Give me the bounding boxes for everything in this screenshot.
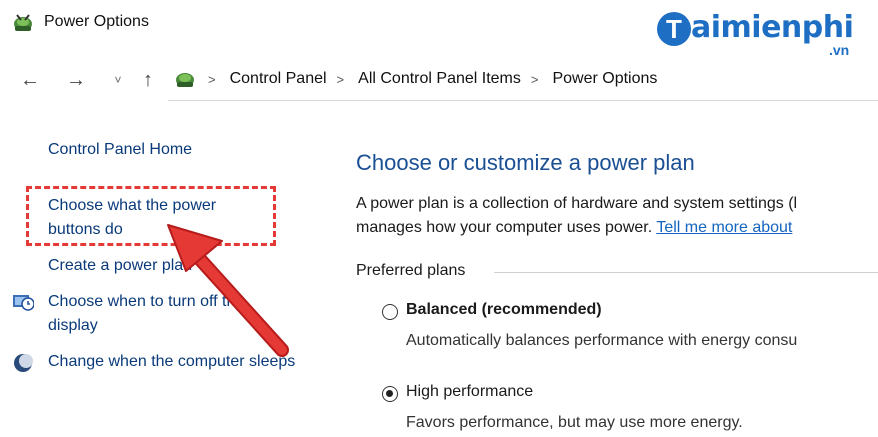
breadcrumb-chevron-icon: > (336, 71, 345, 87)
display-clock-icon (13, 295, 34, 311)
forward-button[interactable]: → (64, 66, 88, 94)
up-button[interactable]: ↑ (136, 66, 160, 94)
description-line-1: A power plan is a collection of hardware… (356, 195, 798, 212)
annotation-arrow (167, 224, 289, 357)
watermark-logo: T aimienphi .vn (657, 8, 872, 58)
back-button[interactable]: ← (18, 66, 42, 94)
control-panel-home-link[interactable]: Control Panel Home (48, 138, 192, 162)
power-options-icon (14, 14, 32, 31)
breadcrumb-chevron-icon: > (208, 71, 216, 87)
high-performance-plan-radio[interactable] (382, 386, 398, 402)
logo-mark: T (657, 12, 691, 46)
control-panel-icon (176, 73, 194, 87)
balanced-plan-radio[interactable] (382, 304, 398, 320)
breadcrumb-chevron-icon: > (530, 71, 539, 87)
balanced-plan-name[interactable]: Balanced (recommended) (406, 301, 602, 319)
main-content: Choose or customize a power plan A power… (356, 150, 878, 437)
breadcrumb-power-options[interactable]: Power Options (552, 70, 657, 88)
logo-text: aimienphi (691, 10, 854, 45)
tell-me-more-link[interactable]: Tell me more about (656, 219, 792, 236)
address-bar[interactable]: > Control Panel > All Control Panel Item… (168, 60, 878, 101)
breadcrumb: > Control Panel > All Control Panel Item… (208, 70, 657, 88)
breadcrumb-control-panel[interactable]: Control Panel (230, 70, 327, 88)
page-title: Choose or customize a power plan (356, 150, 695, 175)
logo-suffix: .vn (829, 42, 850, 58)
navigation-bar: ← → ˅ ↑ > Control Panel > All Control Pa… (0, 60, 878, 101)
window-title: Power Options (44, 13, 149, 30)
breadcrumb-all-items[interactable]: All Control Panel Items (358, 70, 521, 88)
recent-locations-button[interactable]: ˅ (106, 66, 130, 94)
sleep-moon-icon (14, 354, 33, 372)
description-line-2: manages how your computer uses power. Te… (356, 216, 878, 240)
high-performance-plan-name[interactable]: High performance (406, 383, 533, 401)
balanced-plan-description: Automatically balances performance with … (406, 332, 798, 349)
description: A power plan is a collection of hardware… (356, 192, 878, 240)
group-divider (494, 272, 878, 273)
high-performance-plan-description: Favors performance, but may use more ene… (406, 414, 743, 431)
description-line-2-text: manages how your computer uses power. (356, 219, 653, 236)
power-options-window: Power Options T aimienphi .vn ← → ˅ ↑ > … (0, 0, 878, 437)
preferred-plans-label: Preferred plans (356, 262, 466, 279)
